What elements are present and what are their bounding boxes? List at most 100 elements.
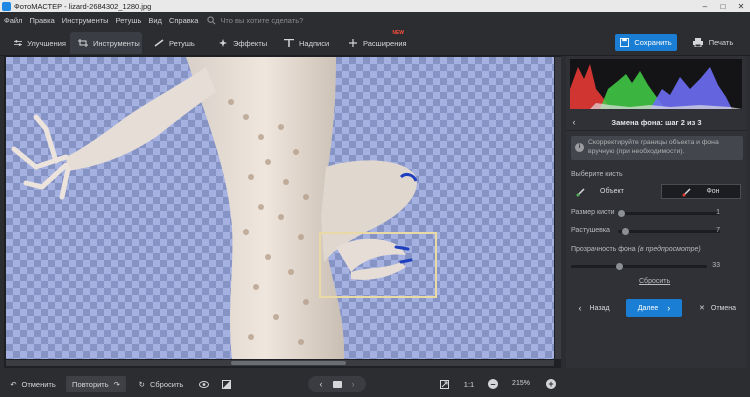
sparkle-icon [219, 39, 227, 47]
folder-icon[interactable] [332, 380, 342, 388]
reset-button[interactable]: ↻ Сбросить [134, 376, 188, 392]
print-label: Печать [708, 38, 734, 47]
chevron-right-icon[interactable]: › [352, 379, 355, 389]
info-icon: i [575, 143, 584, 152]
lizard-photo [11, 57, 418, 359]
command-search[interactable]: Что вы хотите сделать? [207, 16, 303, 25]
search-placeholder: Что вы хотите сделать? [220, 16, 304, 25]
chevron-left-icon: ‹ [578, 303, 582, 313]
title-bar: ФотоМАСТЕР - lizard-2684302_1280.jpg – □… [0, 0, 750, 12]
opacity-note: (в предпросмотре) [637, 246, 701, 253]
search-icon [207, 16, 216, 25]
brush-background-label: Фон [706, 188, 720, 195]
scrollbar-thumb[interactable] [231, 361, 346, 365]
zoom-value[interactable]: 215% [506, 376, 536, 392]
opacity-knob[interactable] [616, 263, 623, 270]
tab-retouch[interactable]: Ретушь [146, 32, 206, 54]
brush-background-button[interactable]: Фон [661, 184, 741, 199]
brush-size-value: 1 [716, 209, 720, 216]
reset-label: Сбросить [149, 379, 184, 389]
compare-icon[interactable] [218, 376, 234, 392]
undo-button[interactable]: ↶ Отменить [4, 376, 62, 392]
fit-screen-icon[interactable] [436, 376, 452, 392]
tab-tools-label: Инструменты [93, 38, 140, 48]
window-title: ФотоМАСТЕР - lizard-2684302_1280.jpg [14, 1, 152, 11]
background-replace-panel: ‹ Замена фона: шаг 2 из 3 i Скорректируй… [566, 56, 747, 368]
save-label: Сохранить [634, 38, 672, 47]
undo-label: Отменить [21, 379, 56, 389]
undo-icon: ↶ [10, 379, 17, 389]
hint-box: i Скорректируйте границы объекта и фона … [571, 136, 743, 160]
sliders-icon [14, 40, 23, 46]
tab-text[interactable]: Надписи [276, 32, 336, 54]
reset-icon: ↻ [138, 379, 145, 389]
plus-icon [349, 39, 357, 47]
tab-extensions[interactable]: Расширения NEW [340, 30, 408, 54]
tab-effects[interactable]: Эффекты [210, 32, 272, 54]
chevron-left-icon[interactable]: ‹ [320, 379, 323, 389]
feather-label: Растушевка [571, 227, 610, 234]
opacity-slider[interactable] [571, 263, 707, 270]
save-button[interactable]: Сохранить [615, 34, 677, 51]
tab-text-label: Надписи [299, 38, 330, 48]
image-navigator: ‹ › [308, 376, 366, 392]
menu-edit[interactable]: Правка [29, 16, 54, 25]
back-button[interactable]: ‹ Назад [568, 299, 620, 317]
bottom-toolbar: ↶ Отменить Повторить ↷ ↻ Сбросить ‹ › 1:… [0, 370, 750, 397]
brush-object-button[interactable]: Объект [576, 184, 656, 199]
horizontal-scrollbar[interactable] [6, 360, 554, 366]
print-button[interactable]: Печать [683, 34, 743, 51]
menu-help[interactable]: Справка [169, 16, 198, 25]
crop-icon [78, 39, 88, 47]
menu-view[interactable]: Вид [148, 16, 162, 25]
actual-size-label: 1:1 [463, 379, 475, 389]
tab-tools[interactable]: Инструменты [70, 32, 142, 54]
redo-button[interactable]: Повторить ↷ [66, 376, 126, 392]
brush-background-icon [682, 187, 691, 197]
eye-icon[interactable] [196, 376, 212, 392]
choose-brush-label: Выберите кисть [571, 171, 623, 178]
cancel-button[interactable]: ✕ Отмена [690, 299, 745, 317]
opacity-value: 33 [712, 262, 720, 269]
zoom-in-icon[interactable]: + [546, 379, 556, 389]
hint-text: Скорректируйте границы объекта и фона вр… [588, 139, 719, 155]
tab-retouch-label: Ретушь [169, 38, 195, 48]
tab-enhance-label: Улучшения [27, 38, 66, 48]
next-label: Далее [637, 304, 659, 312]
brush-size-knob[interactable] [618, 210, 625, 217]
opacity-label-text: Прозрачность фона [571, 246, 636, 253]
vertical-scrollbar[interactable] [555, 57, 561, 359]
tab-extensions-label: Расширения [363, 38, 407, 48]
menu-tools[interactable]: Инструменты [62, 16, 109, 25]
chevron-right-icon: › [667, 303, 671, 313]
selection-rectangle[interactable] [319, 232, 437, 298]
feather-knob[interactable] [622, 228, 629, 235]
brush-size-label: Размер кисти [571, 209, 615, 216]
close-icon[interactable]: ✕ [732, 0, 750, 12]
brush-object-label: Объект [600, 188, 624, 195]
back-label: Назад [589, 304, 610, 312]
photo-canvas[interactable] [6, 57, 554, 359]
new-badge: NEW [392, 30, 404, 36]
tab-enhance[interactable]: Улучшения [6, 32, 66, 54]
minimize-icon[interactable]: – [696, 0, 714, 12]
floppy-icon [620, 38, 630, 47]
close-icon: ✕ [699, 305, 705, 312]
tab-effects-label: Эффекты [233, 38, 268, 48]
window-controls: – □ ✕ [696, 0, 750, 12]
reset-link[interactable]: Сбросить [639, 278, 670, 285]
next-button[interactable]: Далее › [626, 299, 682, 317]
menu-file[interactable]: Файл [4, 16, 22, 25]
actual-size-button[interactable]: 1:1 [460, 376, 478, 392]
maximize-icon[interactable]: □ [714, 0, 732, 12]
redo-icon: ↷ [113, 379, 120, 389]
chevron-left-icon[interactable]: ‹ [566, 117, 582, 127]
feather-value: 7 [716, 227, 720, 234]
zoom-out-icon[interactable]: – [488, 379, 498, 389]
histogram [570, 59, 742, 109]
panel-title: Замена фона: шаг 2 из 3 [611, 117, 702, 127]
opacity-label: Прозрачность фона (в предпросмотре) [571, 246, 701, 253]
menu-retouch[interactable]: Ретушь [116, 16, 142, 25]
brush-object-icon [576, 187, 585, 197]
canvas-area [4, 56, 561, 368]
